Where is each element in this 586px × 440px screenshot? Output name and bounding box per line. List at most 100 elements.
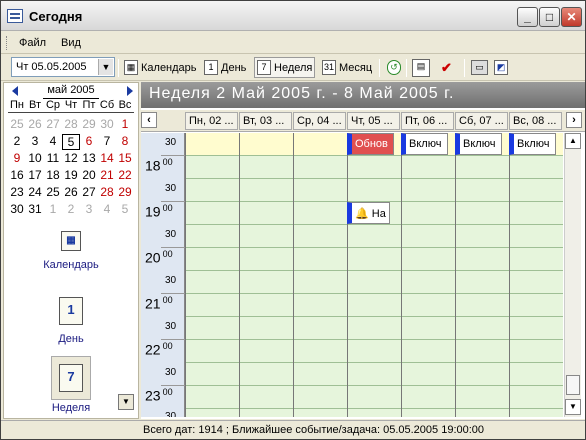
calendar-day[interactable]: 25 xyxy=(8,117,26,131)
nav-day[interactable]: 1 День xyxy=(4,297,138,345)
maximize-button[interactable]: □ xyxy=(539,7,560,27)
mini-calendar-week: 16 17 18 19 20 21 22 xyxy=(8,168,134,182)
prev-month-arrow-icon[interactable] xyxy=(12,86,18,96)
week-view-button[interactable]: 7 Неделя xyxy=(254,57,316,78)
event-thu-19[interactable]: 🔔 На xyxy=(347,202,390,224)
event-fri[interactable]: Включ xyxy=(401,133,448,155)
menu-view[interactable]: Вид xyxy=(61,37,81,49)
calendar-day[interactable]: 2 xyxy=(8,134,26,150)
event-sat[interactable]: Включ xyxy=(455,133,502,155)
calendar-day[interactable]: 10 xyxy=(26,151,44,165)
calendar-day-selected[interactable]: 5 xyxy=(62,134,80,150)
calendar-day[interactable]: 4 xyxy=(44,134,62,150)
day-header[interactable]: Вт, 03 ... xyxy=(239,112,292,130)
sidebar-scroll-down-icon[interactable]: ▼ xyxy=(118,394,134,410)
calendar-day[interactable]: 23 xyxy=(8,185,26,199)
close-button[interactable]: ✕ xyxy=(561,7,582,27)
day-column-thu[interactable] xyxy=(347,133,401,417)
nav-calendar[interactable]: ▦ Календарь xyxy=(4,231,138,271)
time-label: 30 xyxy=(165,137,177,148)
calendar-day[interactable]: 18 xyxy=(44,168,62,182)
mini-calendar-month[interactable]: май 2005 xyxy=(43,83,99,99)
calendar-day[interactable]: 28 xyxy=(98,185,116,199)
print-button[interactable]: ▭ xyxy=(469,57,490,78)
calendar-day[interactable]: 11 xyxy=(44,151,62,165)
calendar-day[interactable]: 30 xyxy=(8,202,26,216)
prev-week-arrow-icon[interactable]: ‹ xyxy=(141,112,157,128)
calendar-day[interactable]: 1 xyxy=(116,117,134,131)
date-selector[interactable]: Чт 05.05.2005 ▼ xyxy=(11,57,115,77)
day-column-tue[interactable] xyxy=(239,133,293,417)
event-sun[interactable]: Включ xyxy=(509,133,556,155)
calendar-day[interactable]: 27 xyxy=(80,185,98,199)
day-column-fri[interactable] xyxy=(401,133,455,417)
calendar-day[interactable]: 26 xyxy=(62,185,80,199)
minimize-button[interactable]: _ xyxy=(517,7,538,27)
calendar-day[interactable]: 3 xyxy=(26,134,44,150)
calendar-day[interactable]: 26 xyxy=(26,117,44,131)
calendar-day[interactable]: 17 xyxy=(26,168,44,182)
day-column-sun[interactable] xyxy=(509,133,563,417)
day-header[interactable]: Пт, 06 ... xyxy=(401,112,454,130)
calendar-day[interactable]: 29 xyxy=(116,185,134,199)
month-view-button[interactable]: 31 Месяц xyxy=(320,57,374,78)
calendar-day[interactable]: 12 xyxy=(62,151,80,165)
scroll-thumb[interactable] xyxy=(566,375,580,395)
calendar-day[interactable]: 27 xyxy=(44,117,62,131)
calendar-day[interactable]: 1 xyxy=(44,202,62,216)
calendar-day[interactable]: 21 xyxy=(98,168,116,182)
calendar-view-button[interactable]: ▦ Календарь xyxy=(122,57,199,78)
calendar-day[interactable]: 14 xyxy=(98,151,116,165)
today-button[interactable]: ↺ xyxy=(385,57,403,78)
calendar-day[interactable]: 2 xyxy=(62,202,80,216)
day-header[interactable]: Сб, 07 ... xyxy=(455,112,508,130)
calendar-day[interactable]: 20 xyxy=(80,168,98,182)
calendar-day[interactable]: 31 xyxy=(26,202,44,216)
calendar-day[interactable]: 3 xyxy=(80,202,98,216)
next-month-arrow-icon[interactable] xyxy=(127,86,133,96)
week-title: Неделя 2 Май 2005 г. - 8 Май 2005 г. xyxy=(141,82,585,108)
day-cell[interactable] xyxy=(240,133,293,156)
day-cell[interactable] xyxy=(186,133,239,156)
calendar-day[interactable]: 24 xyxy=(26,185,44,199)
calendar-day[interactable]: 5 xyxy=(116,202,134,216)
preview-button[interactable]: ◩ xyxy=(492,57,510,78)
day-view-button[interactable]: 1 День xyxy=(202,57,248,78)
calendar-day[interactable]: 28 xyxy=(62,117,80,131)
day-header[interactable]: Вс, 08 ... xyxy=(509,112,562,130)
day-header[interactable]: Ср, 04 ... xyxy=(293,112,346,130)
weekday: Чт xyxy=(64,99,78,111)
calendar-day[interactable]: 29 xyxy=(80,117,98,131)
calendar-day[interactable]: 6 xyxy=(80,134,98,150)
calendar-day[interactable]: 16 xyxy=(8,168,26,182)
event-thu[interactable]: Обнов xyxy=(347,133,394,155)
chevron-down-icon[interactable]: ▼ xyxy=(98,59,113,75)
mini-calendar-header: май 2005 xyxy=(4,83,138,99)
calendar-day[interactable]: 15 xyxy=(116,151,134,165)
day-header[interactable]: Пн, 02 ... xyxy=(185,112,238,130)
calendar-day[interactable]: 25 xyxy=(44,185,62,199)
check-button[interactable]: ✔ xyxy=(439,57,454,78)
calendar-day[interactable]: 9 xyxy=(8,151,26,165)
day-column-sat[interactable] xyxy=(455,133,509,417)
vertical-scrollbar[interactable]: ▲ ▼ xyxy=(564,133,581,417)
calendar-day[interactable]: 13 xyxy=(80,151,98,165)
scroll-down-icon[interactable]: ▼ xyxy=(565,399,581,415)
calendar-day[interactable]: 19 xyxy=(62,168,80,182)
calendar-day[interactable]: 4 xyxy=(98,202,116,216)
hour-label: 21 00 xyxy=(145,295,173,312)
next-week-arrow-icon[interactable]: › xyxy=(566,112,582,128)
calendar-day[interactable]: 8 xyxy=(116,134,134,150)
calendar-day[interactable]: 30 xyxy=(98,117,116,131)
day-cell[interactable] xyxy=(294,133,347,156)
toolbar-separator xyxy=(118,59,119,77)
menu-file[interactable]: Файл xyxy=(19,37,46,49)
day-column-mon[interactable] xyxy=(185,133,239,417)
day-header[interactable]: Чт, 05 ... xyxy=(347,112,400,130)
calendar-grid-button[interactable]: ▤ xyxy=(410,57,432,78)
calendar-day[interactable]: 22 xyxy=(116,168,134,182)
day-column-wed[interactable] xyxy=(293,133,347,417)
calendar-icon: ▦ xyxy=(61,231,81,251)
scroll-up-icon[interactable]: ▲ xyxy=(565,133,581,149)
calendar-day[interactable]: 7 xyxy=(98,134,116,150)
